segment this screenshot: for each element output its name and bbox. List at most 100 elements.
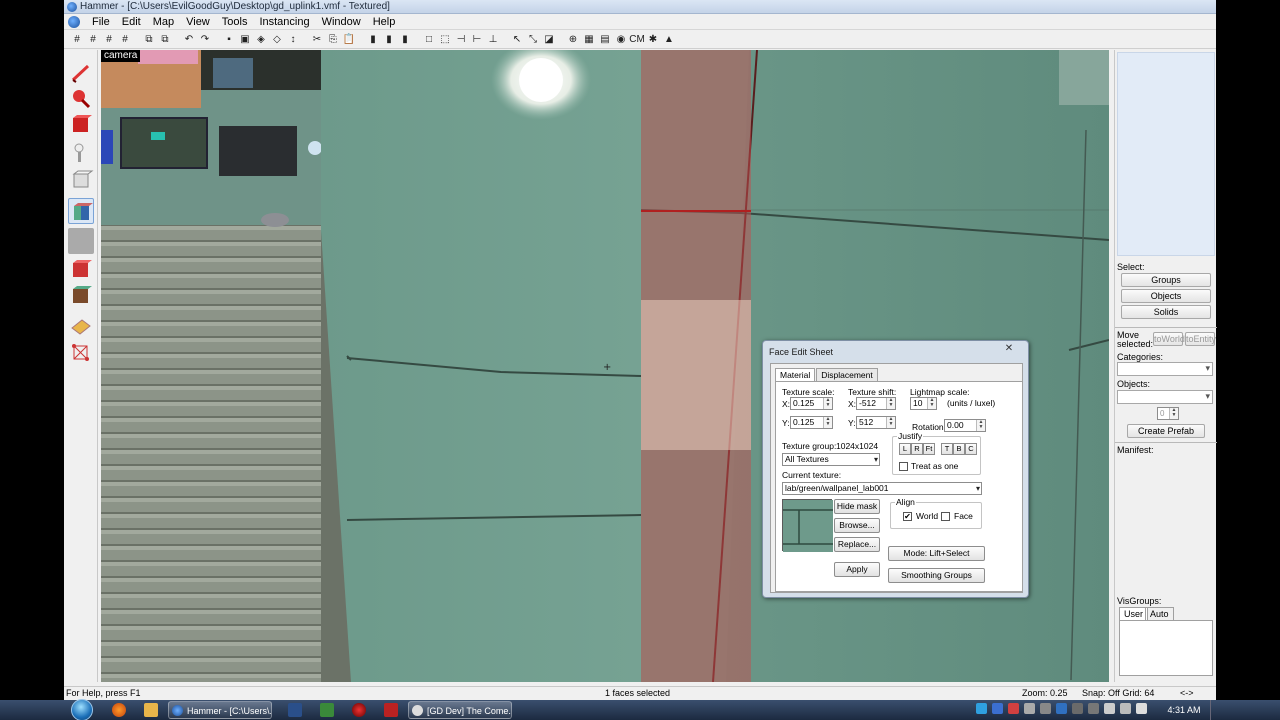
menu-edit[interactable]: Edit: [116, 16, 147, 28]
firefox-icon[interactable]: [112, 703, 126, 717]
browse-button[interactable]: Browse...: [834, 518, 880, 533]
magnify-tool-icon[interactable]: [68, 86, 94, 112]
tray-net-icon[interactable]: [992, 703, 1003, 714]
tab-material[interactable]: Material: [775, 368, 816, 382]
justify-center-button[interactable]: C: [965, 443, 977, 455]
visgroups-list[interactable]: [1119, 620, 1213, 676]
cordon-icon[interactable]: ▦: [582, 32, 596, 46]
hide-icon[interactable]: ▪: [222, 32, 236, 46]
carve-icon[interactable]: ◈: [254, 32, 268, 46]
scale-y-input[interactable]: 0.125 ▲ ▼: [790, 416, 833, 429]
texture-group-select[interactable]: All Textures: [782, 453, 880, 466]
align-face-checkbox[interactable]: [941, 512, 950, 521]
compile-icon[interactable]: ▲: [662, 32, 676, 46]
categories-select[interactable]: [1117, 362, 1213, 376]
photoshop-icon[interactable]: [288, 703, 302, 717]
tab-displacement[interactable]: Displacement: [816, 368, 878, 382]
menu-map[interactable]: Map: [147, 16, 180, 28]
vertex-tool-icon[interactable]: [68, 338, 94, 364]
overlay-tool-icon[interactable]: [68, 282, 94, 308]
flip-icon[interactable]: ⊢: [470, 32, 484, 46]
copy-icon[interactable]: ⎘: [326, 32, 340, 46]
hollow-icon[interactable]: ◇: [270, 32, 284, 46]
taskbar-clock[interactable]: 4:31 AM: [1162, 700, 1206, 720]
tray-show-hidden-icon[interactable]: [1088, 703, 1099, 714]
undo-icon[interactable]: ↶: [182, 32, 196, 46]
texture-scale-lock-icon[interactable]: ↕: [286, 32, 300, 46]
run-map-icon[interactable]: ⊕: [566, 32, 580, 46]
tray-icon[interactable]: [1040, 703, 1051, 714]
dialog-close-button[interactable]: ✕: [996, 343, 1022, 355]
smoothing-groups-button[interactable]: Smoothing Groups: [888, 568, 985, 583]
to-entity-button[interactable]: toEntity: [1185, 332, 1216, 346]
entity-tool-icon[interactable]: [68, 140, 94, 166]
app-icon[interactable]: [320, 703, 334, 717]
scale-x-input[interactable]: 0.125 ▲ ▼: [790, 397, 833, 410]
visgroups-tab-user[interactable]: User: [1119, 607, 1149, 620]
menu-help[interactable]: Help: [367, 16, 402, 28]
mode-lift-select-button[interactable]: Mode: Lift+Select: [888, 546, 985, 561]
select-groups-button[interactable]: Groups: [1121, 273, 1211, 287]
selection-tool-icon[interactable]: [68, 60, 94, 86]
treat-as-one-checkbox[interactable]: [899, 462, 908, 471]
menu-view[interactable]: View: [180, 16, 216, 28]
cm-button[interactable]: CM: [629, 32, 645, 46]
decal-tool-icon[interactable]: [68, 256, 94, 282]
decal-icon[interactable]: ◪: [542, 32, 556, 46]
apply-button[interactable]: Apply: [834, 562, 880, 577]
tray-volume-icon[interactable]: [1120, 703, 1131, 714]
grid-smaller-icon[interactable]: #: [86, 32, 100, 46]
show-desktop-button[interactable]: [1210, 700, 1218, 720]
display-icon[interactable]: ▤: [598, 32, 612, 46]
select-box-icon[interactable]: □: [422, 32, 436, 46]
select-objects-button[interactable]: Objects: [1121, 289, 1211, 303]
task-steam-chat[interactable]: [GD Dev] The Come...: [408, 701, 512, 719]
tray-dropbox-icon[interactable]: [976, 703, 987, 714]
texture-lock-icon[interactable]: ▣: [238, 32, 252, 46]
align-icon[interactable]: ⊣: [454, 32, 468, 46]
tray-bluetooth-icon[interactable]: [1056, 703, 1067, 714]
object-count-spinner[interactable]: 0 ▲ ▼: [1157, 407, 1179, 420]
to-world-button[interactable]: toWorld: [1153, 332, 1185, 346]
redo-icon[interactable]: ↷: [198, 32, 212, 46]
rotation-input[interactable]: 0.00 ▲ ▼: [944, 419, 986, 432]
justify-top-button[interactable]: T: [941, 443, 953, 455]
start-button[interactable]: [71, 699, 93, 720]
tray-steam-icon[interactable]: [1024, 703, 1035, 714]
grid-icon[interactable]: #: [70, 32, 84, 46]
tool-icon[interactable]: [384, 703, 398, 717]
menu-window[interactable]: Window: [316, 16, 367, 28]
camera-tool-icon[interactable]: [68, 112, 94, 138]
clipping-tool-icon[interactable]: [68, 312, 94, 338]
select-mode-icon[interactable]: ↖: [510, 32, 524, 46]
grid-toggle-icon[interactable]: #: [118, 32, 132, 46]
justify-right-button[interactable]: R: [911, 443, 923, 455]
tray-network-icon[interactable]: [1104, 703, 1115, 714]
particle-icon[interactable]: ✱: [646, 32, 660, 46]
toggle-lights-icon[interactable]: ▮: [398, 32, 412, 46]
texture-app-icon[interactable]: ⤡: [526, 32, 540, 46]
recorder-icon[interactable]: [352, 703, 366, 717]
menu-file[interactable]: File: [86, 16, 116, 28]
justify-bottom-button[interactable]: B: [953, 443, 965, 455]
tray-device-icon[interactable]: [1072, 703, 1083, 714]
menu-tools[interactable]: Tools: [216, 16, 254, 28]
task-hammer[interactable]: Hammer - [C:\Users\...: [168, 701, 272, 719]
center-icon[interactable]: ⊥: [486, 32, 500, 46]
select-all-icon[interactable]: ⬚: [438, 32, 452, 46]
lightmap-scale-input[interactable]: 10 ▲ ▼: [910, 397, 937, 410]
objects-select[interactable]: [1117, 390, 1213, 404]
current-texture-select[interactable]: lab/green/wallpanel_lab001: [782, 482, 982, 495]
menu-instancing[interactable]: Instancing: [253, 16, 315, 28]
shift-y-input[interactable]: 512 ▲ ▼: [856, 416, 896, 429]
grid-larger-icon[interactable]: #: [102, 32, 116, 46]
block-tool-icon[interactable]: [68, 166, 94, 192]
tray-av-icon[interactable]: [1008, 703, 1019, 714]
hide-mask-button[interactable]: Hide mask: [834, 499, 880, 514]
system-menu-icon[interactable]: [68, 15, 80, 28]
viewport-label[interactable]: camera: [101, 50, 141, 62]
create-prefab-button[interactable]: Create Prefab: [1127, 424, 1205, 438]
texture-application-tool-icon[interactable]: [68, 198, 94, 224]
paste-icon[interactable]: 📋: [342, 32, 356, 46]
justify-fit-button[interactable]: Ft: [923, 443, 935, 455]
